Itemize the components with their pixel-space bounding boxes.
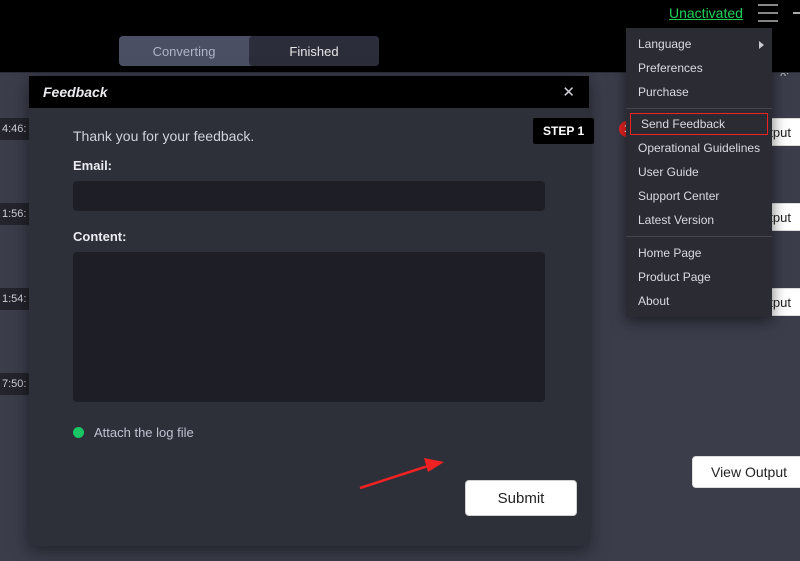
menu-item-label: Language xyxy=(638,37,691,51)
dialog-titlebar: Feedback ✕ xyxy=(29,76,589,108)
email-label: Email: xyxy=(73,158,545,173)
settings-menu: Language Preferences Purchase Send Feedb… xyxy=(626,28,772,317)
email-input[interactable] xyxy=(73,181,545,211)
content-label: Content: xyxy=(73,229,545,244)
menu-about[interactable]: About xyxy=(626,289,772,313)
submit-button[interactable]: Submit xyxy=(465,480,577,516)
menu-icon[interactable] xyxy=(758,4,778,22)
tab-group: Converting Finished xyxy=(119,36,379,66)
unactivated-link[interactable]: Unactivated xyxy=(669,5,743,21)
tab-converting[interactable]: Converting xyxy=(119,36,249,66)
menu-user-guide[interactable]: User Guide xyxy=(626,160,772,184)
close-icon[interactable]: ✕ xyxy=(562,83,575,101)
tab-finished[interactable]: Finished xyxy=(249,36,379,66)
dialog-title: Feedback xyxy=(43,84,108,100)
feedback-thanks-text: Thank you for your feedback. xyxy=(73,128,545,144)
content-textarea[interactable] xyxy=(73,252,545,402)
view-output-button[interactable]: View Output xyxy=(692,456,800,488)
radio-checked-icon xyxy=(73,427,84,438)
menu-home-page[interactable]: Home Page xyxy=(626,241,772,265)
menu-latest-version[interactable]: Latest Version xyxy=(626,208,772,232)
menu-language[interactable]: Language xyxy=(626,32,772,56)
menu-preferences[interactable]: Preferences xyxy=(626,56,772,80)
feedback-dialog: Feedback ✕ Thank you for your feedback. … xyxy=(29,76,589,546)
chevron-right-icon xyxy=(759,41,764,49)
step1-callout: STEP 1 xyxy=(533,118,594,144)
minimize-icon[interactable] xyxy=(793,12,800,14)
menu-purchase[interactable]: Purchase xyxy=(626,80,772,104)
menu-product-page[interactable]: Product Page xyxy=(626,265,772,289)
menu-operational-guidelines[interactable]: Operational Guidelines xyxy=(626,136,772,160)
menu-separator xyxy=(626,236,772,237)
menu-send-feedback[interactable]: Send Feedback xyxy=(630,113,768,135)
attach-log-toggle[interactable]: Attach the log file xyxy=(73,425,545,440)
attach-log-label: Attach the log file xyxy=(94,425,194,440)
arrow-annotation xyxy=(358,458,444,492)
menu-separator xyxy=(626,108,772,109)
menu-support-center[interactable]: Support Center xyxy=(626,184,772,208)
